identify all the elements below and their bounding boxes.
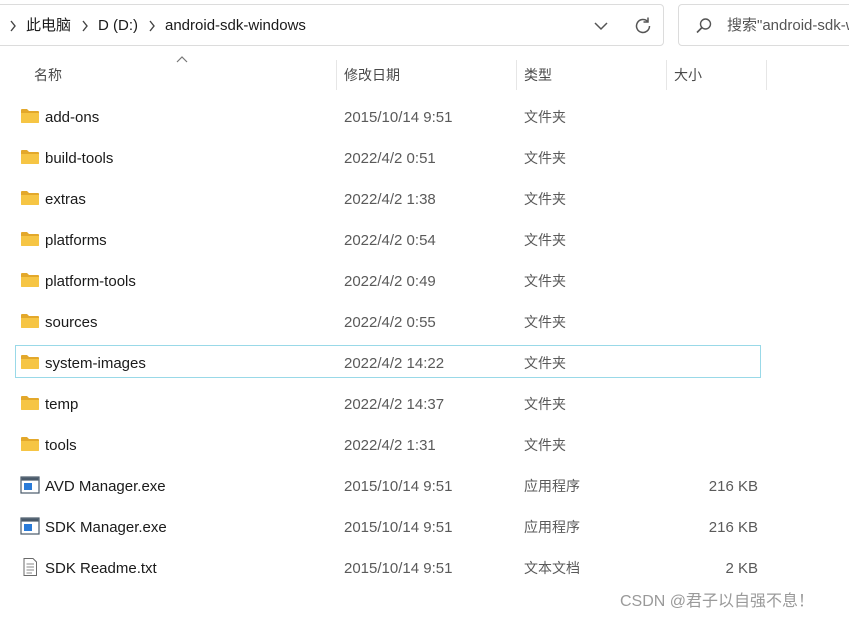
file-row[interactable]: platforms 2022/4/2 0:54 文件夹	[0, 220, 849, 261]
file-name[interactable]: build-tools	[45, 138, 113, 179]
chevron-down-icon[interactable]	[589, 14, 613, 38]
application-icon	[20, 476, 40, 494]
file-row[interactable]: AVD Manager.exe 2015/10/14 9:51 应用程序 216 KB	[0, 466, 849, 507]
file-size	[670, 138, 758, 179]
file-row[interactable]: SDK Readme.txt 2015/10/14 9:51 文本文档 2 KB	[0, 548, 849, 589]
folder-icon	[20, 353, 40, 371]
file-size	[670, 97, 758, 138]
column-header-name[interactable]: 名称	[26, 60, 337, 90]
breadcrumb-this-pc[interactable]: 此电脑	[26, 5, 71, 47]
address-bar[interactable]: 此电脑 D (D:) android-sdk-windows	[0, 4, 664, 46]
column-header-type[interactable]: 类型	[516, 60, 667, 90]
search-icon	[695, 17, 713, 35]
file-size	[670, 261, 758, 302]
file-type: 文件夹	[524, 314, 566, 330]
file-row[interactable]: sources 2022/4/2 0:55 文件夹	[0, 302, 849, 343]
file-row[interactable]: SDK Manager.exe 2015/10/14 9:51 应用程序 216 KB	[0, 507, 849, 548]
file-row[interactable]: temp 2022/4/2 14:37 文件夹	[0, 384, 849, 425]
chevron-right-icon[interactable]	[80, 5, 90, 47]
file-row[interactable]: tools 2022/4/2 1:31 文件夹	[0, 425, 849, 466]
file-modified-date: 2022/4/2 0:54	[344, 232, 436, 249]
chevron-right-icon[interactable]	[8, 5, 18, 47]
file-type: 文件夹	[524, 355, 566, 371]
file-name[interactable]: add-ons	[45, 97, 99, 138]
text-file-icon	[20, 558, 40, 576]
file-modified-date: 2022/4/2 0:51	[344, 150, 436, 167]
folder-icon	[20, 312, 40, 330]
file-row[interactable]: system-images 2022/4/2 14:22 文件夹	[0, 343, 849, 384]
search-input[interactable]	[727, 5, 849, 45]
file-name[interactable]: platform-tools	[45, 261, 136, 302]
file-type: 文件夹	[524, 396, 566, 412]
file-name[interactable]: AVD Manager.exe	[45, 466, 166, 507]
column-header-date[interactable]: 修改日期	[336, 60, 517, 90]
refresh-icon[interactable]	[631, 14, 655, 38]
chevron-right-icon[interactable]	[147, 5, 157, 47]
file-name[interactable]: temp	[45, 384, 78, 425]
file-modified-date: 2015/10/14 9:51	[344, 109, 453, 126]
breadcrumb-drive-d[interactable]: D (D:)	[98, 5, 138, 47]
file-name[interactable]: system-images	[45, 343, 146, 384]
file-name[interactable]: platforms	[45, 220, 107, 261]
file-modified-date: 2015/10/14 9:51	[344, 560, 453, 577]
file-type: 文件夹	[524, 150, 566, 166]
breadcrumb-current-folder[interactable]: android-sdk-windows	[165, 5, 306, 47]
file-size	[670, 302, 758, 343]
file-name[interactable]: extras	[45, 179, 86, 220]
file-type: 文件夹	[524, 232, 566, 248]
file-name[interactable]: SDK Manager.exe	[45, 507, 167, 548]
file-modified-date: 2022/4/2 14:22	[344, 355, 445, 372]
folder-icon	[20, 107, 40, 125]
file-type: 文本文档	[524, 560, 580, 576]
file-row[interactable]: add-ons 2015/10/14 9:51 文件夹	[0, 97, 849, 138]
file-size: 216 KB	[708, 519, 758, 536]
file-size	[670, 220, 758, 261]
folder-icon	[20, 271, 40, 289]
file-name[interactable]: SDK Readme.txt	[45, 548, 157, 589]
file-row[interactable]: platform-tools 2022/4/2 0:49 文件夹	[0, 261, 849, 302]
file-type: 应用程序	[524, 519, 580, 535]
file-modified-date: 2022/4/2 0:49	[344, 273, 436, 290]
file-size	[670, 343, 758, 384]
file-modified-date: 2015/10/14 9:51	[344, 519, 453, 536]
file-type: 应用程序	[524, 478, 580, 494]
folder-icon	[20, 394, 40, 412]
file-explorer-window: 此电脑 D (D:) android-sdk-windows 搜索"androi…	[0, 0, 849, 617]
file-size	[670, 384, 758, 425]
file-type: 文件夹	[524, 191, 566, 207]
file-modified-date: 2022/4/2 1:38	[344, 191, 436, 208]
search-box[interactable]	[678, 4, 849, 46]
application-icon	[20, 517, 40, 535]
file-modified-date: 2022/4/2 14:37	[344, 396, 445, 413]
file-size: 216 KB	[708, 478, 758, 495]
file-modified-date: 2022/4/2 0:55	[344, 314, 436, 331]
file-row[interactable]: extras 2022/4/2 1:38 文件夹	[0, 179, 849, 220]
file-row[interactable]: build-tools 2022/4/2 0:51 文件夹	[0, 138, 849, 179]
file-name[interactable]: sources	[45, 302, 98, 343]
file-size	[670, 179, 758, 220]
folder-icon	[20, 189, 40, 207]
file-name[interactable]: tools	[45, 425, 77, 466]
file-type: 文件夹	[524, 437, 566, 453]
file-type: 文件夹	[524, 273, 566, 289]
file-modified-date: 2022/4/2 1:31	[344, 437, 436, 454]
file-type: 文件夹	[524, 109, 566, 125]
file-size: 2 KB	[725, 560, 758, 577]
folder-icon	[20, 230, 40, 248]
file-list: add-ons 2015/10/14 9:51 文件夹 build-tools 2022…	[0, 97, 849, 589]
file-modified-date: 2015/10/14 9:51	[344, 478, 453, 495]
folder-icon	[20, 435, 40, 453]
folder-icon	[20, 148, 40, 166]
watermark: CSDN @君子以自强不息！	[620, 593, 815, 610]
file-size	[670, 425, 758, 466]
column-header-size[interactable]: 大小	[666, 60, 767, 90]
